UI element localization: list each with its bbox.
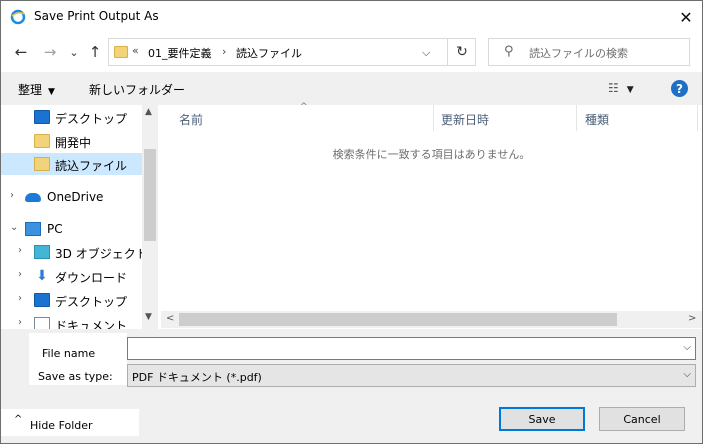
search-placeholder[interactable]: 読込ファイルの検索: [529, 45, 628, 61]
expand-chevron-icon[interactable]: ›: [10, 190, 14, 201]
sidebar-item-import-files[interactable]: 読込ファイル: [1, 153, 142, 175]
folder-icon: [34, 134, 50, 148]
sidebar-item-in-development[interactable]: 開発中: [1, 130, 142, 152]
file-name-input[interactable]: ⌵: [127, 337, 696, 360]
column-divider[interactable]: [697, 105, 698, 131]
save-form: File name ⌵ Save as type: PDF ドキュメント (*.…: [1, 329, 702, 443]
dropdown-icon[interactable]: ⌵: [683, 342, 691, 353]
sort-ascending-icon: ^: [300, 102, 308, 112]
refresh-icon[interactable]: ↻: [447, 39, 476, 65]
document-icon: [34, 317, 50, 329]
scroll-left-icon[interactable]: <: [166, 313, 174, 324]
sidebar-item-3d-objects[interactable]: › 3D オブジェクト: [1, 241, 148, 263]
scrollbar-thumb[interactable]: [144, 149, 156, 241]
expand-chevron-icon[interactable]: ›: [18, 245, 22, 256]
file-list-horizontal-scrollbar[interactable]: < >: [161, 311, 702, 328]
browser-app-icon: [10, 9, 26, 25]
navigation-bar: ← → ⌄ ↑ « 01_要件定義 › 読込ファイル ⌵ ↻ ⚲ 読込ファイルの…: [1, 33, 702, 71]
monitor-icon: [34, 110, 50, 124]
sidebar-item-documents[interactable]: › ドキュメント: [1, 313, 142, 329]
expand-chevron-icon[interactable]: ›: [18, 269, 22, 280]
forward-arrow-icon[interactable]: →: [41, 43, 59, 61]
expand-chevron-icon[interactable]: ›: [18, 293, 22, 304]
sidebar-item-label: デスクトップ: [55, 295, 128, 309]
organize-label: 整理: [18, 83, 43, 97]
organize-menu-button[interactable]: 整理 ▼: [18, 81, 55, 98]
file-name-label: File name: [42, 347, 96, 360]
caret-down-icon: ▼: [48, 87, 55, 97]
breadcrumb-requirements[interactable]: 01_要件定義: [148, 45, 212, 61]
column-header-name[interactable]: 名前: [179, 105, 203, 131]
breadcrumb-separator-icon[interactable]: ›: [222, 45, 226, 58]
sidebar-item-label: PC: [47, 222, 63, 236]
sidebar-item-label: ダウンロード: [55, 271, 128, 285]
sidebar-item-label: デスクトップ: [55, 112, 128, 126]
save-as-type-select[interactable]: PDF ドキュメント (*.pdf) ⌵: [127, 364, 696, 387]
address-dropdown-icon[interactable]: ⌵: [422, 46, 430, 60]
scroll-right-icon[interactable]: >: [688, 313, 696, 324]
sidebar-item-label: 3D オブジェクト: [55, 247, 148, 261]
folder-icon: [34, 157, 50, 171]
column-divider[interactable]: [576, 105, 577, 131]
download-icon: ⬇: [36, 268, 48, 284]
collapse-chevron-icon[interactable]: ⌄: [10, 222, 18, 233]
search-icon: ⚲: [504, 44, 514, 59]
close-icon[interactable]: ✕: [673, 5, 699, 29]
help-icon[interactable]: ?: [671, 80, 688, 97]
sidebar-item-label: 開発中: [55, 136, 92, 150]
empty-results-message: 検索条件に一致する項目はありません。: [332, 148, 531, 161]
hide-folder-label: Hide Folder: [30, 419, 93, 432]
sidebar-item-desktop-pc[interactable]: › デスクトップ: [1, 289, 142, 311]
caret-up-icon: ^: [14, 414, 23, 425]
sidebar-item-desktop[interactable]: デスクトップ: [1, 106, 142, 128]
hide-folder-button[interactable]: ^ Hide Folder: [1, 409, 139, 436]
dropdown-icon[interactable]: ⌵: [683, 369, 691, 380]
back-arrow-icon[interactable]: ←: [12, 43, 30, 61]
up-arrow-icon[interactable]: ↑: [86, 43, 104, 61]
details-view-icon: ☷: [608, 81, 619, 95]
save-button[interactable]: Save: [499, 407, 585, 431]
sidebar-item-label: OneDrive: [47, 190, 104, 204]
navigation-pane-scrollbar[interactable]: ▲ ▼: [142, 105, 158, 329]
recent-locations-chevron-icon[interactable]: ⌄: [65, 43, 83, 61]
view-options-button[interactable]: ☷ ▼: [608, 81, 634, 95]
sidebar-item-onedrive[interactable]: › OneDrive: [1, 186, 142, 208]
scrollbar-thumb[interactable]: [179, 313, 617, 326]
cancel-button[interactable]: Cancel: [599, 407, 685, 431]
save-dialog: Save Print Output As ✕ ← → ⌄ ↑ « 01_要件定義…: [0, 0, 703, 444]
command-bar: 整理 ▼ 新しいフォルダー ☷ ▼ ?: [1, 72, 702, 105]
sidebar-item-downloads[interactable]: › ⬇ ダウンロード: [1, 265, 142, 287]
cloud-icon: [25, 193, 41, 202]
cube-icon: [34, 245, 50, 259]
expand-chevron-icon[interactable]: ›: [18, 317, 22, 328]
monitor-icon: [34, 293, 50, 307]
navigation-pane: デスクトップ 開発中 読込ファイル › OneDrive ⌄ PC › 3D オ…: [1, 105, 158, 329]
search-box[interactable]: ⚲ 読込ファイルの検索: [488, 38, 690, 66]
save-as-type-value: PDF ドキュメント (*.pdf): [132, 371, 262, 384]
breadcrumb-import-files[interactable]: 読込ファイル: [236, 45, 302, 61]
column-header-type[interactable]: 種類: [585, 105, 609, 131]
address-bar[interactable]: « 01_要件定義 › 読込ファイル ⌵ ↻: [108, 38, 476, 66]
scroll-up-icon[interactable]: ▲: [145, 107, 152, 117]
column-header-modified[interactable]: 更新日時: [441, 105, 489, 131]
sidebar-item-pc[interactable]: ⌄ PC: [1, 218, 142, 240]
window-title: Save Print Output As: [34, 9, 159, 23]
caret-down-icon: ▼: [626, 85, 634, 95]
column-divider[interactable]: [433, 105, 434, 131]
scroll-down-icon[interactable]: ▼: [145, 312, 152, 322]
sidebar-item-label: ドキュメント: [55, 319, 128, 329]
title-bar: Save Print Output As ✕: [1, 1, 702, 33]
new-folder-button[interactable]: 新しいフォルダー: [89, 81, 185, 98]
save-as-type-label: Save as type:: [38, 370, 113, 383]
pc-icon: [25, 222, 41, 236]
sidebar-item-label: 読込ファイル: [55, 159, 128, 173]
folder-icon: [114, 46, 128, 58]
overflow-chevron-icon[interactable]: «: [132, 44, 139, 57]
file-list: ^ 名前 更新日時 種類 検索条件に一致する項目はありません。: [161, 102, 702, 329]
